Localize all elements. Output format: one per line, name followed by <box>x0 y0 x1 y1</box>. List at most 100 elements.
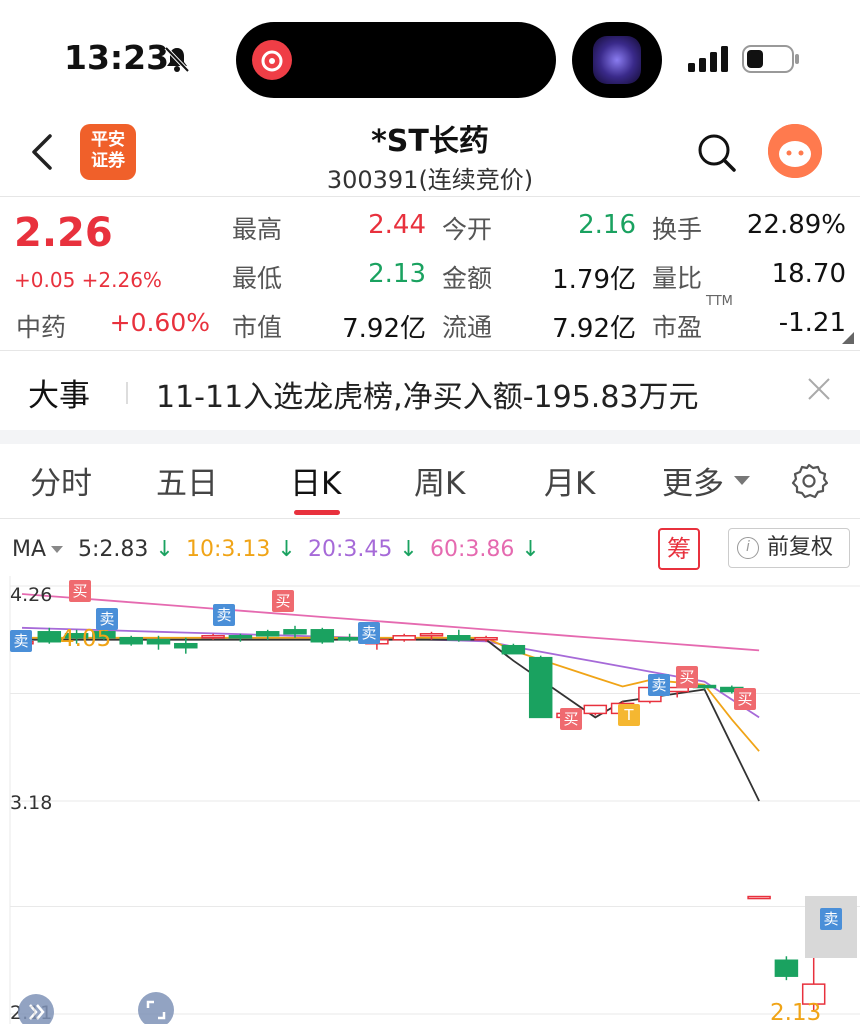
candle-body <box>146 638 171 645</box>
current-bar-highlight: 卖 <box>805 896 857 958</box>
price-change: +0.05 +2.26% <box>14 268 162 292</box>
t-marker[interactable]: T <box>618 704 640 726</box>
candle-body <box>119 637 143 645</box>
candle-body <box>447 635 471 641</box>
sell-marker[interactable]: 卖 <box>96 608 118 630</box>
chevron-down-icon[interactable] <box>734 476 750 485</box>
candle-body <box>37 631 62 643</box>
expand-left-icon[interactable] <box>18 994 54 1024</box>
current-price: 2.26 <box>14 210 113 256</box>
market-cap-label: 市值 <box>232 313 283 342</box>
event-tag: 大事 <box>28 378 90 414</box>
netease-music-icon[interactable] <box>252 40 292 80</box>
candle-body <box>528 656 553 719</box>
battery-icon <box>742 45 799 73</box>
y-tick-mid: 3.18 <box>10 792 53 814</box>
tab-intraday[interactable]: 分时 <box>30 458 92 503</box>
bell-slash-icon <box>164 46 190 73</box>
low-price-label: 2.13 <box>770 1000 822 1024</box>
sell-marker[interactable]: 卖 <box>10 630 32 652</box>
ma5-line <box>22 638 760 802</box>
adjust-mode-button[interactable]: i 前复权 <box>728 528 850 568</box>
dynamic-island[interactable] <box>236 22 556 98</box>
turnover-value: 22.89% <box>746 210 846 240</box>
ma5-value: 5:2.83 ↓ <box>78 537 174 562</box>
candle-body <box>583 704 608 715</box>
chip-distribution-button[interactable]: 筹 <box>658 528 700 570</box>
candle-body <box>747 895 771 900</box>
sector-label[interactable]: 中药 <box>16 308 66 344</box>
status-bar: 13:23 <box>0 0 860 110</box>
market-cap-value: 7.92亿 <box>342 314 426 344</box>
candle-body <box>501 644 526 655</box>
tab-monthly-k[interactable]: 月K <box>544 458 595 503</box>
low-value: 2.13 <box>368 259 426 289</box>
candle-body <box>474 637 498 641</box>
chevron-down-icon[interactable] <box>51 546 63 553</box>
buy-marker[interactable]: 买 <box>272 590 294 612</box>
ma20-value: 20:3.45 ↓ <box>308 537 418 562</box>
ma60-value: 60:3.86 ↓ <box>430 537 540 562</box>
candle-body <box>774 959 799 977</box>
quote-panel: 2.26 +0.05 +2.26% 中药 +0.60% 最高 2.44 今开 2… <box>0 198 860 350</box>
volume-ratio-label: 量比 <box>652 264 703 293</box>
candle-body <box>392 635 416 641</box>
tab-weekly-k[interactable]: 周K <box>414 458 465 503</box>
tab-more[interactable]: 更多 <box>662 458 724 503</box>
search-icon[interactable] <box>694 130 738 174</box>
active-tab-indicator <box>294 510 340 515</box>
amount-label: 金额 <box>442 264 493 293</box>
kline-chart[interactable]: 4.26 3.18 2.11 4.05 2.13 买 卖 卖 买 卖 卖 买 T… <box>0 576 860 1024</box>
section-gap <box>0 430 860 444</box>
pe-label: 市盈 <box>652 313 703 342</box>
tab-five-day[interactable]: 五日 <box>156 458 218 503</box>
divider <box>0 350 860 351</box>
pe-ttm-superscript: TTM <box>706 294 733 309</box>
stock-header: 平安 证券 *ST长药 300391(连续竞价) <box>0 110 860 196</box>
signal-icon <box>688 46 728 72</box>
album-thumbnail <box>593 36 641 84</box>
candle-body <box>255 631 280 637</box>
event-separator <box>126 382 128 404</box>
turnover-label: 换手 <box>652 215 703 244</box>
sell-marker[interactable]: 卖 <box>820 908 842 930</box>
info-icon: i <box>737 537 759 559</box>
pe-value: -1.21 <box>778 308 846 338</box>
sector-change[interactable]: +0.60% <box>100 308 210 337</box>
buy-marker[interactable]: 买 <box>734 688 756 710</box>
tab-daily-k[interactable]: 日K <box>290 458 341 503</box>
event-banner[interactable]: 大事 11-11入选龙虎榜,净买入额-195.83万元 <box>0 352 860 430</box>
float-cap-value: 7.92亿 <box>552 314 636 344</box>
buy-marker[interactable]: 买 <box>676 666 698 688</box>
period-tabs: 分时 五日 日K 周K 月K 更多 <box>0 444 860 518</box>
ma10-value: 10:3.13 ↓ <box>186 537 296 562</box>
event-text[interactable]: 11-11入选龙虎榜,净买入额-195.83万元 <box>156 372 699 416</box>
kline-svg <box>9 576 860 1024</box>
candle-body <box>201 635 225 639</box>
buy-marker[interactable]: 买 <box>69 580 91 602</box>
sell-marker[interactable]: 卖 <box>358 622 380 644</box>
buy-marker[interactable]: 买 <box>560 708 582 730</box>
gear-icon[interactable] <box>790 462 828 500</box>
divider <box>0 518 860 519</box>
candle-body <box>228 635 253 639</box>
volume-ratio-value: 18.70 <box>771 259 846 289</box>
open-value: 2.16 <box>578 210 636 240</box>
ma-label[interactable]: MA <box>12 537 46 562</box>
close-icon[interactable] <box>806 376 832 402</box>
live-activity[interactable] <box>572 22 662 98</box>
amount-value: 1.79亿 <box>552 265 636 295</box>
sell-marker[interactable]: 卖 <box>213 604 235 626</box>
status-time: 13:23 <box>64 38 170 77</box>
sell-marker[interactable]: 卖 <box>648 674 670 696</box>
expand-corner-icon[interactable] <box>842 332 854 344</box>
assistant-avatar-icon[interactable] <box>768 124 822 178</box>
open-label: 今开 <box>442 215 493 244</box>
candle-body <box>283 629 307 635</box>
fullscreen-icon[interactable] <box>138 992 174 1024</box>
high-value: 2.44 <box>368 210 426 240</box>
ma-indicator-row: MA 5:2.83 ↓ 10:3.13 ↓ 20:3.45 ↓ 60:3.86 … <box>0 522 860 576</box>
low-label: 最低 <box>232 264 283 293</box>
candle-body <box>174 642 198 649</box>
float-cap-label: 流通 <box>442 313 493 342</box>
